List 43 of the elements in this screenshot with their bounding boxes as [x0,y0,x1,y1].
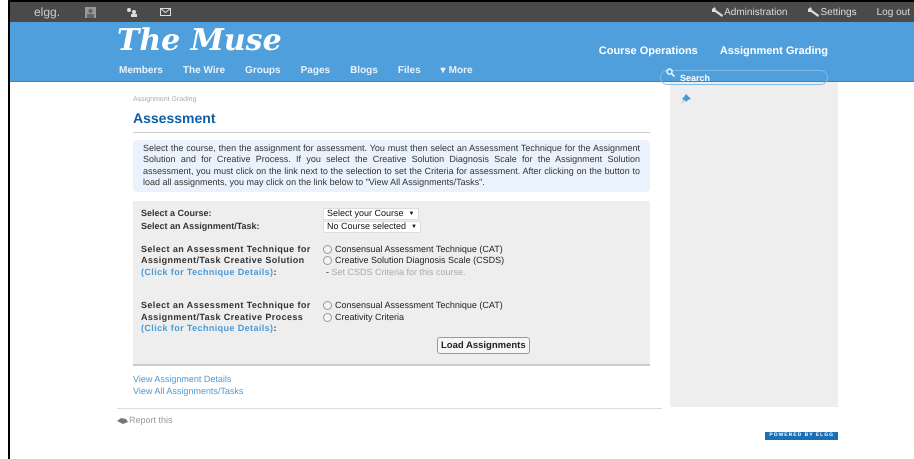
nav-link[interactable]: ▾ More [440,63,473,78]
friends-icon[interactable] [126,8,138,16]
technique-details-link[interactable]: (Click for Technique Details) [141,323,274,333]
nav-link[interactable]: Groups [245,63,281,78]
pin-icon[interactable] [680,94,691,105]
radio-option[interactable]: Consensual Assessment Technique (CAT) [323,300,503,312]
radio-button[interactable] [323,301,332,310]
search-field[interactable]: Search [660,70,828,85]
radio-button[interactable] [323,256,332,266]
view-link[interactable]: View Assignment Details [133,373,650,385]
search-icon [666,68,675,76]
radio-option[interactable]: Creativity Criteria [323,312,404,323]
header-link[interactable]: Course Operations [598,43,698,60]
view-link[interactable]: View All Assignments/Tasks [133,385,650,397]
avatar-icon[interactable] [85,6,96,18]
radio-option[interactable]: Consensual Assessment Technique (CAT) [323,244,503,255]
nav-link[interactable]: Pages [300,63,330,78]
nav-link[interactable]: Members [119,63,163,78]
report-link[interactable]: Report this [129,414,173,428]
radio-button[interactable] [323,244,332,254]
field-label: Select a Course: [141,207,213,220]
top-bar-link[interactable]: Log out [876,4,910,20]
wrench-icon [807,7,820,17]
nav-link[interactable]: Blogs [350,63,378,78]
info-text: Select the course, then the assignment for assessment. You must then select an Assessment Technique for the Assignment Solution and for Creative Process. If you select the Creative Solution Diagnosis Scale for the Assignment Solution assessment, you must click on the link next to the selection to set the Criteria for assessment. After clicking on the button to load all assignments, you may click on the link below to "View All Assignments/Tasks". [133,140,650,192]
wrench-icon [711,7,724,17]
site-title[interactable]: The Muse [117,23,473,59]
field-label: Select an Assessment Technique for Assignment/Task Creative Process (Click for Technique Details): [141,300,312,335]
mail-icon[interactable] [160,8,172,16]
page-title: Assessment [133,108,650,132]
field-label: Select an Assessment Technique for Assignment/Task Creative Solution (Click for Technique Details): [141,244,312,278]
radio-option[interactable]: Creative Solution Diagnosis Scale (CSDS) [323,255,504,266]
header-link[interactable]: Assignment Grading [720,43,828,60]
criteria-link[interactable]: - Set CSDS Criteria for this course. [326,266,626,278]
radio-button[interactable] [323,312,332,322]
field-label: Select an Assignment/Task: [141,220,261,234]
load-assignments-button[interactable]: Load Assignments [437,337,530,354]
top-bar-link[interactable]: Settings [807,4,857,20]
nav-link[interactable]: The Wire [182,63,226,78]
technique-details-link[interactable]: (Click for Technique Details) [141,266,274,276]
nav-link[interactable]: Files [398,63,421,78]
top-bar-link[interactable]: Administration [711,4,788,20]
logo[interactable]: elgg. [34,3,60,21]
